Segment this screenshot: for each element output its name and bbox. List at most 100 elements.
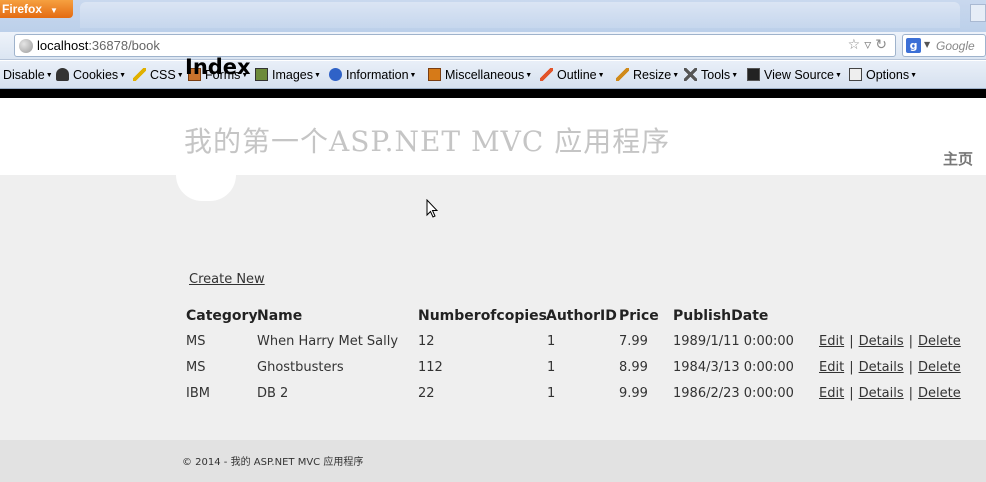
cell-publishdate: 1984/3/13 0:00:00 (673, 360, 794, 375)
devbar-item-disable[interactable]: Disable▼ (3, 67, 53, 83)
action-separator: | (908, 334, 914, 349)
devbar-item-label: Resize (633, 68, 672, 82)
devbar-item-tools[interactable]: Tools▼ (684, 67, 738, 83)
devbar-item-label: CSS (150, 68, 176, 82)
css-icon (133, 68, 146, 81)
column-header-price: Price (619, 308, 659, 324)
firefox-button-label: Firefox (2, 2, 43, 16)
cell-copies: 112 (418, 360, 443, 375)
details-link[interactable]: Details (859, 386, 904, 401)
column-header-authorid: AuthorID (546, 308, 617, 324)
site-footer: © 2014 - 我的 ASP.NET MVC 应用程序 (0, 440, 986, 482)
create-new-link[interactable]: Create New (189, 272, 265, 287)
devbar-item-view-source[interactable]: View Source▼ (747, 67, 842, 83)
devbar-item-label: Information (346, 68, 409, 82)
header-decoration (176, 175, 236, 201)
url-host: localhost (37, 38, 89, 53)
devbar-item-label: Outline (557, 68, 597, 82)
resize-icon (616, 68, 629, 81)
edit-link[interactable]: Edit (819, 360, 844, 375)
cell-category: IBM (186, 386, 210, 401)
delete-link[interactable]: Delete (918, 334, 961, 349)
cell-price: 9.99 (619, 386, 648, 401)
dropdown-arrow-icon[interactable]: ▿ (864, 37, 875, 53)
dropdown-icon: ▼ (176, 72, 184, 79)
url-bar[interactable]: localhost:36878/book ☆▿↻ (14, 34, 896, 57)
devbar-item-label: Tools (701, 68, 731, 82)
cell-authorid: 1 (547, 360, 556, 375)
devbar-item-label: Options (866, 68, 910, 82)
cell-name: DB 2 (257, 386, 289, 401)
devbar-item-information[interactable]: Information▼ (329, 67, 416, 83)
devbar-item-label: Images (272, 68, 313, 82)
window-control-button[interactable] (970, 4, 986, 22)
cell-publishdate: 1986/2/23 0:00:00 (673, 386, 794, 401)
site-title[interactable]: 我的第一个ASP.NET MVC 应用程序 (184, 120, 670, 160)
delete-link[interactable]: Delete (918, 360, 961, 375)
edit-link[interactable]: Edit (819, 386, 844, 401)
bookmark-star-icon[interactable]: ☆ (848, 37, 865, 53)
home-nav-link[interactable]: 主页 (943, 148, 973, 169)
devbar-item-label: Disable (3, 68, 45, 82)
dropdown-icon: ▼ (525, 72, 533, 79)
dropdown-icon: ▼ (672, 72, 680, 79)
devbar-item-resize[interactable]: Resize▼ (616, 67, 679, 83)
cell-name: Ghostbusters (257, 360, 344, 375)
edit-link[interactable]: Edit (819, 334, 844, 349)
browser-titlebar: Firefox ▼ (0, 0, 986, 32)
cell-price: 8.99 (619, 360, 648, 375)
dropdown-icon: ▼ (910, 72, 918, 79)
search-engine-dropdown-icon[interactable]: ▼ (924, 40, 930, 49)
images-icon (255, 68, 268, 81)
column-header-category: Category (186, 308, 258, 324)
devbar-item-miscellaneous[interactable]: Miscellaneous▼ (428, 67, 532, 83)
action-separator: | (849, 334, 854, 349)
dropdown-icon: ▼ (314, 72, 321, 79)
view-source-icon (747, 68, 760, 81)
dropdown-icon: ▼ (119, 72, 127, 79)
information-icon (329, 68, 342, 81)
devbar-item-options[interactable]: Options▼ (849, 67, 917, 83)
row-actions: Edit | Details | Delete (819, 334, 961, 349)
globe-icon (19, 39, 33, 53)
dropdown-icon: ▼ (731, 72, 739, 79)
cell-copies: 12 (418, 334, 435, 349)
firefox-menu-button[interactable]: Firefox ▼ (0, 0, 73, 18)
column-header-numberofcopies: Numberofcopies (418, 308, 547, 324)
tab-strip[interactable] (80, 2, 960, 28)
devbar-item-outline[interactable]: Outline▼ (540, 67, 605, 83)
mouse-cursor-icon (426, 199, 438, 218)
devbar-item-label: Cookies (73, 68, 119, 82)
dropdown-icon: ▼ (597, 72, 605, 79)
navigation-toolbar: localhost:36878/book ☆▿↻ g ▼ Google (0, 32, 986, 60)
search-box[interactable]: g ▼ Google (902, 34, 986, 57)
cell-publishdate: 1989/1/11 0:00:00 (673, 334, 794, 349)
row-actions: Edit | Details | Delete (819, 360, 961, 375)
footer-copyright: © 2014 - 我的 ASP.NET MVC 应用程序 (182, 457, 364, 468)
cell-category: MS (186, 334, 206, 349)
options-icon (849, 68, 862, 81)
devbar-item-images[interactable]: Images▼ (255, 67, 321, 83)
dropdown-icon: ▼ (45, 72, 53, 79)
delete-link[interactable]: Delete (918, 386, 961, 401)
url-bar-icons: ☆▿↻ (848, 37, 891, 53)
chevron-down-icon: ▼ (50, 6, 58, 15)
url-text[interactable]: localhost:36878/book (37, 38, 160, 53)
devbar-item-cookies[interactable]: Cookies▼ (56, 67, 126, 83)
row-actions: Edit | Details | Delete (819, 386, 961, 401)
column-header-name: Name (257, 308, 303, 324)
action-separator: | (908, 360, 914, 375)
action-separator: | (849, 386, 854, 401)
outline-icon (540, 68, 553, 81)
cell-price: 7.99 (619, 334, 648, 349)
details-link[interactable]: Details (859, 360, 904, 375)
devbar-item-css[interactable]: CSS▼ (133, 67, 184, 83)
details-link[interactable]: Details (859, 334, 904, 349)
google-search-engine-icon[interactable]: g (906, 38, 921, 53)
miscellaneous-icon (428, 68, 441, 81)
cell-name: When Harry Met Sally (257, 334, 399, 349)
search-placeholder: Google (936, 39, 975, 53)
devbar-item-label: View Source (764, 68, 834, 82)
dropdown-icon: ▼ (409, 72, 417, 79)
reload-icon[interactable]: ↻ (875, 37, 891, 53)
